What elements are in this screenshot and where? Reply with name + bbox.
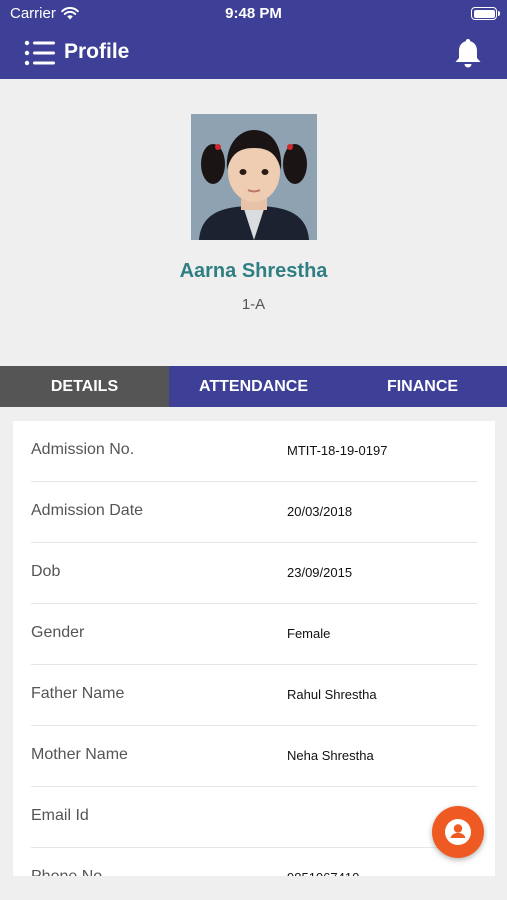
tab-finance[interactable]: FINANCE [338,366,507,407]
tab-details[interactable]: DETAILS [0,366,169,407]
detail-value: 9851067410 [287,870,359,876]
detail-row: Father Name Rahul Shrestha [31,665,477,726]
detail-row: Dob 23/09/2015 [31,543,477,604]
page-title: Profile [64,40,130,63]
status-bar: Carrier 9:48 PM [0,0,507,28]
detail-row: Admission No. MTIT-18-19-0197 [31,421,477,482]
status-time: 9:48 PM [225,5,282,22]
battery-icon [471,7,500,20]
detail-value: MTIT-18-19-0197 [287,443,388,458]
detail-value: Female [287,626,331,641]
detail-row: Admission Date 20/03/2018 [31,482,477,543]
nav-bar: Profile [0,30,507,76]
detail-row: Phone No. 9851067410 [31,848,477,876]
detail-row: Mother Name Neha Shrestha [31,726,477,787]
details-card: Admission No. MTIT-18-19-0197 Admission … [13,421,495,876]
app-header: Carrier 9:48 PM Profile [0,0,507,79]
profile-section: Aarna Shrestha 1-A [0,79,507,366]
notifications-button[interactable] [453,37,483,69]
detail-value: Rahul Shrestha [287,687,377,702]
detail-label: Dob [31,563,61,580]
student-photo [191,114,317,240]
profile-fab-button[interactable] [432,806,484,858]
detail-row: Email Id [31,787,477,848]
detail-row: Gender Female [31,604,477,665]
detail-label: Mother Name [31,746,128,763]
detail-label: Gender [31,624,85,641]
detail-value: Neha Shrestha [287,748,374,763]
account-icon [445,819,471,845]
detail-value: 20/03/2018 [287,504,353,519]
student-name: Aarna Shrestha [179,260,328,282]
student-class: 1-A [241,296,266,313]
detail-value: 23/09/2015 [287,565,353,580]
detail-label: Email Id [31,807,89,824]
tab-attendance[interactable]: ATTENDANCE [169,366,338,407]
detail-label: Father Name [31,685,125,702]
detail-label: Phone No. [31,868,107,876]
profile-tabs: DETAILS ATTENDANCE FINANCE [0,366,507,407]
menu-button[interactable] [24,40,56,66]
detail-label: Admission Date [31,502,144,519]
menu-icon [24,40,55,66]
detail-label: Admission No. [31,441,135,458]
bell-icon [455,39,481,68]
student-avatar [191,114,317,240]
